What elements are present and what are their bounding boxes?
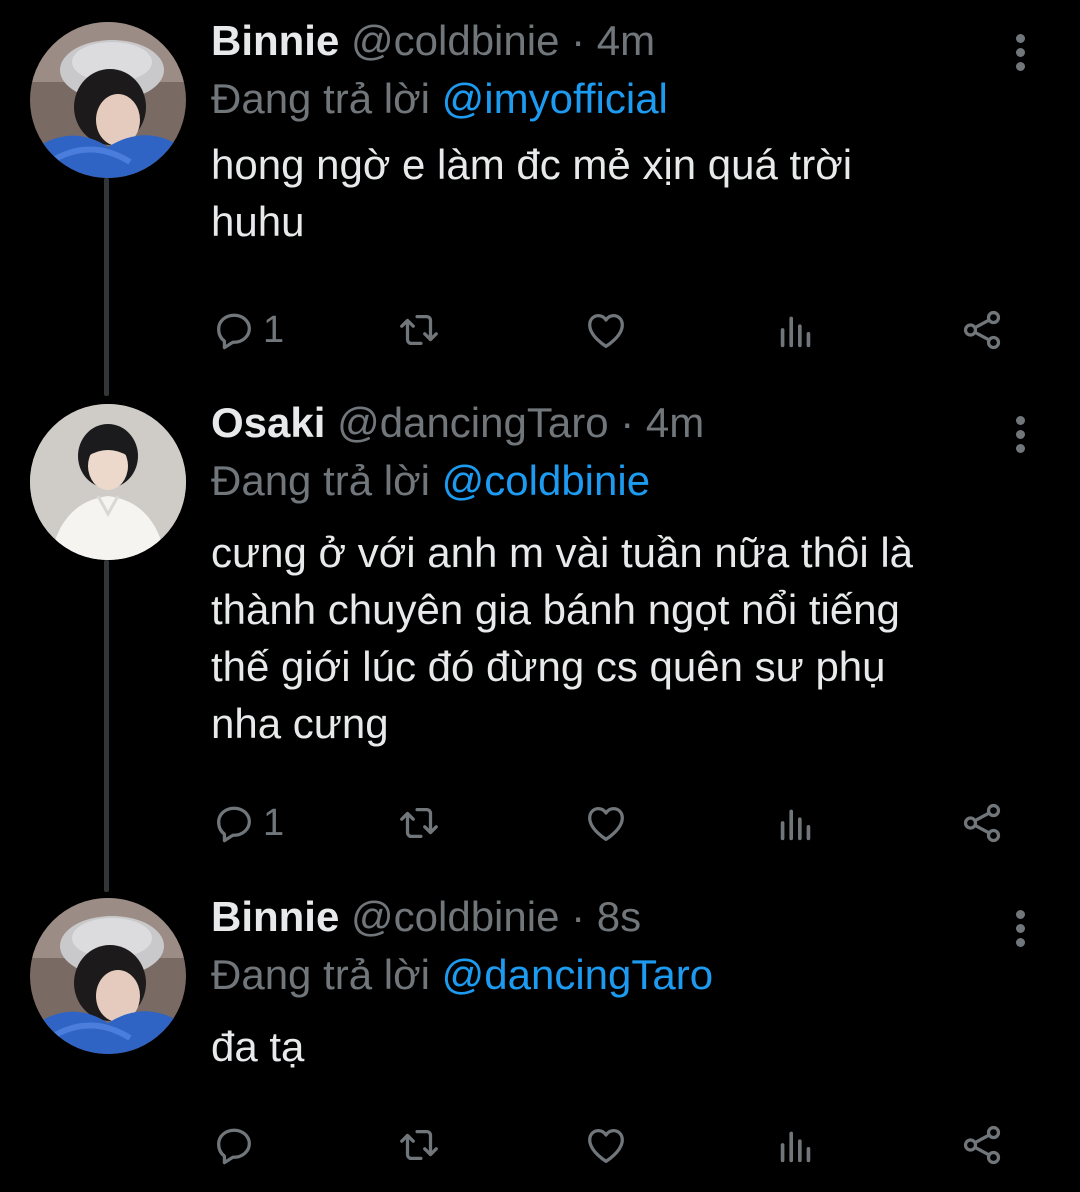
views-button[interactable] — [773, 1120, 819, 1170]
mention-link[interactable]: @dancingTaro — [442, 951, 713, 998]
share-button[interactable] — [959, 1120, 1005, 1170]
avatar-image — [30, 898, 186, 1054]
share-icon — [963, 803, 1001, 843]
reply-count: 1 — [263, 801, 285, 844]
retweet-button[interactable] — [396, 1120, 442, 1170]
more-options-icon[interactable] — [1008, 910, 1032, 950]
separator-dot: · — [571, 17, 586, 64]
heart-icon — [588, 1128, 624, 1163]
separator-dot: · — [620, 399, 635, 446]
heart-icon — [588, 806, 624, 841]
timestamp[interactable]: 8s — [597, 893, 641, 940]
replying-prefix: Đang trả lời — [211, 457, 430, 504]
tweet-text-line: cưng ở với anh m vài tuần nữa thôi là — [211, 529, 914, 576]
tweet-text-line: hong ngờ e làm đc mẻ xịn quá trời — [211, 141, 853, 188]
replying-to: Đang trả lời @coldbinie — [211, 452, 1011, 510]
display-name[interactable]: Osaki — [211, 399, 325, 446]
tweet-text-line: thế giới lúc đó đừng cs quên sư phụ — [211, 643, 886, 690]
retweet-icon — [400, 1129, 438, 1161]
tweet-text: cưng ở với anh m vài tuần nữa thôi là th… — [211, 524, 1011, 752]
reply-icon — [217, 1128, 251, 1165]
retweet-icon — [400, 314, 438, 346]
display-name[interactable]: Binnie — [211, 893, 339, 940]
share-button[interactable] — [959, 798, 1005, 848]
action-bar — [211, 1120, 1041, 1170]
avatar-image — [30, 404, 186, 560]
replying-prefix: Đang trả lời — [211, 951, 430, 998]
like-button[interactable] — [583, 305, 629, 355]
tweet-text-line: thành chuyên gia bánh ngọt nổi tiếng — [211, 586, 900, 633]
tweet-header: Binnie @coldbinie · 4m — [211, 12, 1011, 70]
retweet-button[interactable] — [396, 305, 442, 355]
action-bar: 1 — [211, 305, 1041, 355]
thread-line — [104, 178, 109, 396]
like-button[interactable] — [583, 798, 629, 848]
thread-line — [104, 560, 109, 892]
share-button[interactable] — [959, 305, 1005, 355]
more-options-icon[interactable] — [1008, 416, 1032, 456]
retweet-button[interactable] — [396, 798, 442, 848]
tweet-text-line: đa tạ — [211, 1023, 305, 1070]
tweet-header: Osaki @dancingTaro · 4m — [211, 394, 1011, 452]
reply-button[interactable] — [211, 1120, 263, 1170]
avatar[interactable] — [30, 22, 186, 178]
reply-button[interactable]: 1 — [211, 798, 284, 848]
views-icon — [780, 316, 811, 348]
share-icon — [963, 1125, 1001, 1165]
tweet-header: Binnie @coldbinie · 8s — [211, 888, 1011, 946]
user-handle[interactable]: @coldbinie — [351, 893, 559, 940]
reply-icon — [217, 806, 251, 843]
timestamp[interactable]: 4m — [646, 399, 704, 446]
mention-link[interactable]: @imyofficial — [442, 75, 668, 122]
reply-count: 1 — [263, 308, 285, 351]
avatar[interactable] — [30, 404, 186, 560]
views-button[interactable] — [773, 798, 819, 848]
views-icon — [780, 1131, 811, 1163]
user-handle[interactable]: @coldbinie — [351, 17, 559, 64]
share-icon — [963, 310, 1001, 350]
tweet-text: đa tạ — [211, 1018, 1011, 1075]
retweet-icon — [400, 807, 438, 839]
views-button[interactable] — [773, 305, 819, 355]
tweet-text: hong ngờ e làm đc mẻ xịn quá trời huhu — [211, 136, 1011, 250]
like-button[interactable] — [583, 1120, 629, 1170]
separator-dot: · — [571, 893, 586, 940]
tweet-text-line: huhu — [211, 198, 305, 245]
replying-prefix: Đang trả lời — [211, 75, 430, 122]
views-icon — [780, 809, 811, 841]
display-name[interactable]: Binnie — [211, 17, 339, 64]
action-bar: 1 — [211, 798, 1041, 848]
reply-icon — [217, 313, 251, 350]
avatar-image — [30, 22, 186, 178]
tweet-text-line: nha cưng — [211, 700, 389, 747]
more-options-icon[interactable] — [1008, 34, 1032, 74]
replying-to: Đang trả lời @dancingTaro — [211, 946, 1011, 1004]
reply-button[interactable]: 1 — [211, 305, 284, 355]
user-handle[interactable]: @dancingTaro — [337, 399, 608, 446]
mention-link[interactable]: @coldbinie — [442, 457, 650, 504]
replying-to: Đang trả lời @imyofficial — [211, 70, 1011, 128]
timestamp[interactable]: 4m — [597, 17, 655, 64]
heart-icon — [588, 313, 624, 348]
avatar[interactable] — [30, 898, 186, 1054]
